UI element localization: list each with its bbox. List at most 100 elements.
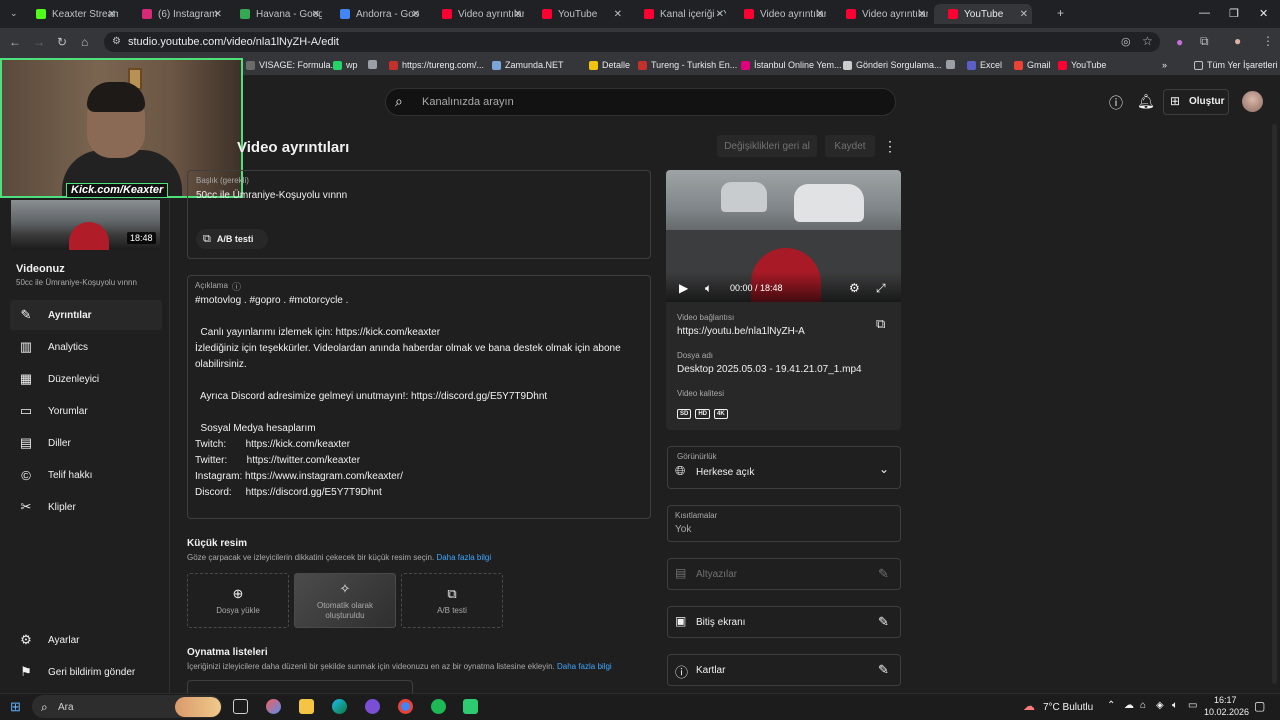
file-explorer-icon[interactable] [299,699,314,714]
clock-time[interactable]: 16:17 [1214,695,1237,705]
eye-off-icon[interactable]: ◎ [1121,35,1131,48]
help-icon[interactable]: ⓘ [1109,93,1123,113]
bookmark-item[interactable]: YouTube [1058,60,1106,70]
browser-tab[interactable]: (6) Instagram ✕ [128,4,226,24]
thumbnail-upload-button[interactable]: ⊕ Dosya yükle [187,573,289,628]
bookmark-item[interactable] [946,60,959,69]
sidebar-item-telif-hakkı[interactable]: © Telif hakkı [10,460,162,490]
tray-cloud-icon[interactable]: ☁ [1124,700,1134,711]
bookmarks-more[interactable]: » [1162,60,1167,70]
browser-tab[interactable]: Havana - Goog ✕ [226,4,324,24]
sidebar-item-feedback[interactable]: ⚑ Geri bildirim gönder [10,657,162,687]
bookmark-item[interactable]: VISAGE: Formula... [246,60,338,70]
bookmark-item[interactable] [368,60,381,69]
bookmark-item[interactable]: https://tureng.com/... [389,60,484,70]
bookmark-item[interactable]: Detalle [589,60,630,70]
browser-tab[interactable]: YouTube ✕ [934,4,1032,24]
chrome-icon[interactable] [398,699,413,714]
thumbnail-ab-test-button[interactable]: ⧉ A/B testi [401,573,503,628]
bookmark-star-icon[interactable]: ☆ [1142,34,1153,48]
fullscreen-icon[interactable]: ⤢ [876,281,886,296]
video-player[interactable] [666,170,901,302]
spotify-icon[interactable] [431,699,446,714]
weather-text[interactable]: 7°C Bulutlu [1043,702,1093,713]
description-line[interactable]: Ayrıca Discord adresimize gelmeyi unutma… [195,391,547,402]
sidebar-item-düzenleyici[interactable]: ▦ Düzenleyici [10,364,162,394]
tab-close-icon[interactable]: ✕ [716,9,724,20]
tab-close-icon[interactable]: ✕ [214,9,222,20]
tab-close-icon[interactable]: ✕ [412,9,420,20]
tray-speaker-icon[interactable]: 🔈︎ [1172,700,1178,711]
edge-icon[interactable] [332,699,347,714]
bookmark-item[interactable]: Excel [967,60,1002,70]
site-info-icon[interactable]: ⚙ [112,36,121,47]
description-line[interactable]: Canlı yayınlarımı izlemek için: https://… [195,327,441,338]
browser-tab[interactable]: Video ayrıntılar ✕ [730,4,828,24]
reload-icon[interactable]: ↻ [57,35,67,49]
browser-tab[interactable]: YouTube ✕ [528,4,626,24]
sidebar-item-diller[interactable]: ▤ Diller [10,428,162,458]
bookmark-item[interactable]: Tureng - Turkish En... [638,60,737,70]
url-text[interactable]: studio.youtube.com/video/nla1lNyZH-A/edi… [128,36,339,48]
description-line[interactable]: Twitter: https://twitter.com/keaxter [195,455,360,466]
tab-close-icon[interactable]: ✕ [614,9,622,20]
tab-close-icon[interactable]: ✕ [918,9,926,20]
play-icon[interactable]: ▶ [679,281,688,295]
tab-close-icon[interactable]: ✕ [514,9,522,20]
description-line[interactable]: #motovlog . #gopro . #motorcycle . [195,295,348,306]
video-link[interactable]: https://youtu.be/nla1lNyZH-A [677,326,805,337]
all-bookmarks[interactable]: Tüm Yer İşaretleri [1194,60,1278,70]
sidebar-item-ayrıntılar[interactable]: ✎ Ayrıntılar [10,300,162,330]
avatar[interactable] [1242,91,1263,112]
back-icon[interactable]: ← [9,35,21,49]
save-button[interactable]: Kaydet [825,135,875,157]
cards-edit-pencil-icon[interactable]: ✎ [878,662,889,678]
clock-date[interactable]: 10.02.2026 [1204,707,1249,717]
page-scrollbar[interactable] [1272,124,1277,684]
notifications-icon[interactable]: 🔔︎ [1137,93,1155,110]
browser-tab[interactable]: Video ayrıntılar ✕ [832,4,930,24]
browser-menu-icon[interactable]: ⋮ [1262,34,1274,48]
task-view-icon[interactable] [233,699,248,714]
settings-gear-icon[interactable]: ⚙ [849,281,860,295]
end-screen-edit-pencil-icon[interactable]: ✎ [878,614,889,630]
tab-search-icon[interactable]: ⌄ [10,8,18,19]
close-window-icon[interactable]: ✕ [1259,7,1268,20]
description-line[interactable]: Discord: https://discord.gg/E5Y7T9Dhnt [195,487,382,498]
undo-changes-button[interactable]: Değişiklikleri geri al [717,135,817,157]
tray-battery-icon[interactable]: ▭ [1188,700,1197,711]
playlists-learn-more-link[interactable]: Daha fazla bilgi [557,662,612,671]
windows-start-icon[interactable]: ⊞ [10,699,21,715]
title-ab-test-button[interactable]: ⧉ A/B testi [196,229,268,249]
title-value[interactable]: 50cc ile Ümraniye-Koşuyolu vınnn [196,190,347,201]
sidebar-item-klipler[interactable]: ✂ Klipler [10,492,162,522]
sidebar-item-yorumlar[interactable]: ▭ Yorumlar [10,396,162,426]
whatsapp-icon[interactable] [463,699,478,714]
copilot-icon[interactable] [266,699,281,714]
tray-chevron-icon[interactable]: ⌃ [1107,700,1115,711]
sidebar-item-analytics[interactable]: ▥ Analytics [10,332,162,362]
minimize-icon[interactable]: — [1199,7,1210,19]
sidebar-item-settings[interactable]: ⚙ Ayarlar [10,625,162,655]
tray-network-icon[interactable]: ⌂ [1140,700,1146,711]
tab-close-icon[interactable]: ✕ [816,9,824,20]
profile-icon[interactable]: ● [1234,34,1241,48]
obs-icon[interactable] [365,699,380,714]
new-tab-icon[interactable]: + [1057,6,1064,20]
browser-tab[interactable]: Andorra - Goo ✕ [326,4,424,24]
bookmark-item[interactable]: Gmail [1014,60,1051,70]
description-line[interactable]: Instagram: https://www.instagram.com/kea… [195,471,403,482]
bookmark-item[interactable]: wp [333,60,358,70]
browser-tab[interactable]: Keaxter Stream ✕ [22,4,120,24]
search-input[interactable]: Kanalınızda arayın [422,96,514,108]
description-line[interactable]: olabilirsiniz. [195,359,247,370]
tab-close-icon[interactable]: ✕ [1020,9,1028,20]
thumbnail-auto-generated[interactable]: ✧ Otomatik olarak oluşturuldu [294,573,396,628]
tab-close-icon[interactable]: ✕ [312,9,320,20]
notification-center-icon[interactable]: ▢ [1254,699,1265,713]
home-icon[interactable]: ⌂ [81,35,88,49]
bookmark-item[interactable]: İstanbul Online Yem... [741,60,842,70]
browser-tab[interactable]: Video ayrıntılar ✕ [428,4,526,24]
bookmark-item[interactable]: Gönderi Sorgulama... [843,60,942,70]
copy-icon[interactable]: ⧉ [876,316,885,332]
